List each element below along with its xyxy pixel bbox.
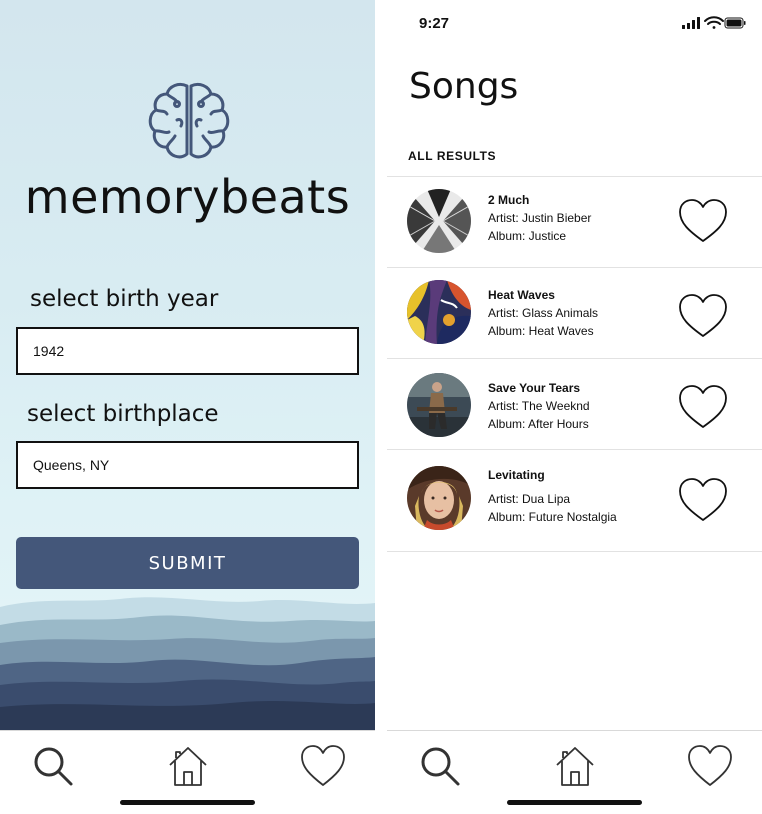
song-row[interactable]: Heat Waves Artist: Glass Animals Album: …	[387, 268, 762, 359]
section-label: ALL RESULTS	[408, 149, 497, 163]
wifi-icon	[704, 16, 724, 29]
song-row[interactable]: Levitating Artist: Dua Lipa Album: Futur…	[387, 450, 762, 552]
song-album: Album: Heat Waves	[488, 324, 594, 338]
song-meta: Heat Waves Artist: Glass Animals Album: …	[488, 286, 598, 340]
home-indicator	[120, 800, 255, 805]
song-meta: 2 Much Artist: Justin Bieber Album: Just…	[488, 191, 591, 245]
song-row[interactable]: 2 Much Artist: Justin Bieber Album: Just…	[387, 177, 762, 268]
home-icon[interactable]	[552, 743, 598, 789]
page-title: Songs	[409, 66, 519, 107]
status-icons	[682, 16, 746, 29]
song-artist: Artist: Glass Animals	[488, 306, 599, 320]
album-art	[407, 466, 471, 530]
favorite-heart-icon[interactable]	[677, 197, 729, 245]
song-row[interactable]: Save Your Tears Artist: The Weeknd Album…	[387, 359, 762, 450]
tab-bar	[0, 730, 375, 814]
heart-icon[interactable]	[687, 743, 733, 789]
status-time: 9:27	[419, 15, 450, 32]
song-album: Album: Justice	[488, 229, 567, 243]
home-icon[interactable]	[165, 743, 211, 789]
album-art	[407, 373, 471, 437]
album-art	[407, 280, 471, 344]
home-indicator	[507, 800, 642, 805]
song-list: 2 Much Artist: Justin Bieber Album: Just…	[387, 176, 762, 552]
battery-icon	[724, 17, 746, 29]
tab-bar	[387, 730, 762, 814]
mountain-landscape	[0, 597, 375, 730]
song-title: 2 Much	[488, 193, 530, 207]
song-meta: Levitating Artist: Dua Lipa Album: Futur…	[488, 466, 617, 526]
song-artist: Artist: Dua Lipa	[488, 492, 571, 506]
cellular-signal-icon	[682, 17, 700, 29]
album-art	[407, 189, 471, 253]
birth-year-label: select birth year	[30, 286, 219, 312]
song-artist: Artist: The Weeknd	[488, 399, 590, 413]
song-album: Album: After Hours	[488, 417, 589, 431]
song-title: Save Your Tears	[488, 381, 581, 395]
search-icon[interactable]	[417, 743, 463, 789]
brand-wordmark: memorybeats	[24, 170, 351, 224]
favorite-heart-icon[interactable]	[677, 292, 729, 340]
memorybeats-screen: memorybeats select birth year 1942 selec…	[0, 0, 375, 814]
heart-icon[interactable]	[300, 743, 346, 789]
song-artist: Artist: Justin Bieber	[488, 211, 592, 225]
songs-screen: 9:27 Songs ALL RESULTS 2 Much Artist: Ju…	[387, 0, 762, 814]
birth-year-input[interactable]: 1942	[16, 327, 359, 375]
song-title: Heat Waves	[488, 288, 555, 302]
favorite-heart-icon[interactable]	[677, 383, 729, 431]
song-album: Album: Future Nostalgia	[488, 510, 617, 524]
birthplace-input[interactable]: Queens, NY	[16, 441, 359, 489]
song-meta: Save Your Tears Artist: The Weeknd Album…	[488, 379, 590, 433]
brain-logo-icon	[148, 82, 230, 159]
birthplace-label: select birthplace	[27, 401, 219, 427]
favorite-heart-icon[interactable]	[677, 476, 729, 524]
submit-button[interactable]: SUBMIT	[16, 537, 359, 589]
search-icon[interactable]	[30, 743, 76, 789]
song-title: Levitating	[488, 468, 545, 482]
